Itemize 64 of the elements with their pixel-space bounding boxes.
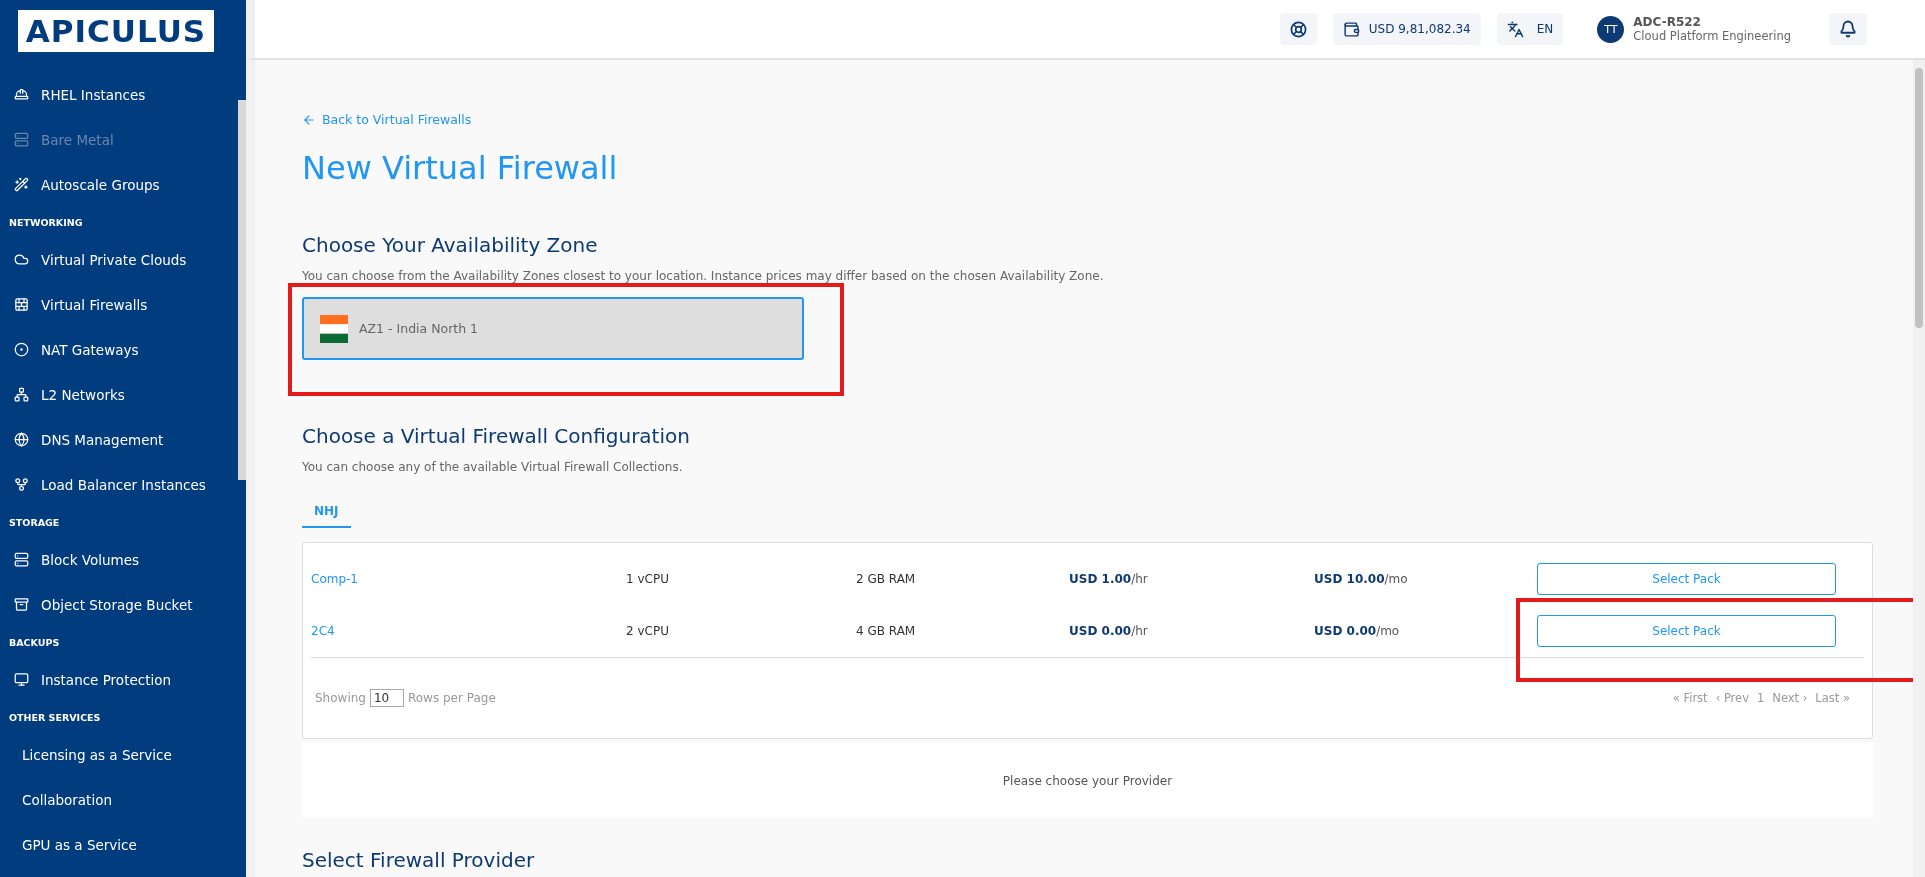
- server-icon: [14, 132, 29, 147]
- lifebuoy-icon: [1289, 20, 1307, 38]
- circle-dot-icon: [14, 342, 29, 357]
- wallet-icon: [1342, 20, 1360, 38]
- section-description: You can choose any of the available Virtual Firewall Collections.: [302, 460, 684, 474]
- monitor-icon: [14, 672, 29, 687]
- translate-icon: [1506, 20, 1524, 38]
- balance-button[interactable]: USD 9,81,082.34: [1332, 13, 1481, 45]
- bell-icon: [1839, 20, 1857, 38]
- brick-wall-icon: [14, 297, 29, 312]
- language-button[interactable]: EN: [1496, 13, 1564, 45]
- sidebar-item[interactable]: NAT Gateways: [41, 341, 139, 358]
- sidebar-item[interactable]: RHEL Instances: [41, 86, 146, 103]
- sidebar-item[interactable]: DNS Management: [41, 431, 164, 448]
- india-flag-icon: [320, 314, 348, 343]
- hourly-price: USD 1.00/hr: [1069, 572, 1149, 586]
- sidebar-item[interactable]: Instance Protection: [41, 671, 171, 688]
- table-cell-text: 4 GB RAM: [856, 624, 917, 638]
- globe-icon: [14, 432, 29, 447]
- user-name: ADC-R522: [1633, 15, 1702, 29]
- rows-per-page-label: Rows per Page: [407, 691, 496, 705]
- monthly-price: USD 10.00/mo: [1314, 572, 1409, 586]
- sidebar-item[interactable]: Autoscale Groups: [41, 176, 160, 193]
- user-org: Cloud Platform Engineering: [1633, 29, 1791, 43]
- provider-notice: Please choose your Provider: [302, 743, 1873, 818]
- sidebar-item[interactable]: Object Storage Bucket: [41, 596, 193, 613]
- section-label: NETWORKING: [8, 215, 84, 230]
- section-label: BACKUPS: [8, 635, 61, 650]
- section-heading: Choose Your Availability Zone: [302, 233, 599, 257]
- help-button[interactable]: [1279, 13, 1317, 45]
- sidebar-item[interactable]: Load Balancer Instances: [41, 476, 206, 493]
- sidebar-item[interactable]: GPU as a Service: [22, 836, 137, 853]
- notifications-button[interactable]: [1829, 13, 1867, 45]
- table-cell-text: 2 GB RAM: [856, 572, 917, 586]
- scrollbar[interactable]: [238, 100, 246, 480]
- sidebar-item[interactable]: Virtual Private Clouds: [41, 251, 187, 268]
- logo[interactable]: APICULUS: [18, 10, 214, 52]
- zone-option[interactable]: AZ1 - India North 1: [302, 297, 804, 360]
- rows-per-page-field[interactable]: 10: [369, 689, 404, 707]
- table-cell-text: 2 vCPU: [626, 624, 670, 638]
- sidebar-item[interactable]: Licensing as a Service: [22, 746, 172, 763]
- scrollbar[interactable]: [1913, 60, 1925, 877]
- server-icon: [14, 552, 29, 567]
- hat-icon: [14, 87, 29, 102]
- magic-wand-icon: [14, 177, 29, 192]
- section-heading: Select Firewall Provider: [302, 848, 536, 872]
- section-description: You can choose from the Availability Zones closest to your location. Instance prices may differ based on the chosen Availability Zone.: [302, 269, 1105, 283]
- section-heading: Choose a Virtual Firewall Configuration: [302, 424, 691, 448]
- table-cell-text: 1 vCPU: [626, 572, 670, 586]
- page-title: New Virtual Firewall: [302, 149, 619, 187]
- avatar[interactable]: TT: [1597, 15, 1625, 43]
- section-label: OTHER SERVICES: [8, 710, 102, 725]
- sidebar-item[interactable]: Collaboration: [22, 791, 112, 808]
- archive-icon: [14, 597, 29, 612]
- monthly-price: USD 0.00/mo: [1314, 624, 1401, 638]
- network-icon: [14, 387, 29, 402]
- cloud-icon: [14, 252, 29, 267]
- showing-label: Showing: [315, 691, 366, 705]
- sidebar-item[interactable]: L2 Networks: [41, 386, 125, 403]
- section-label: STORAGE: [8, 515, 61, 530]
- sidebar-item[interactable]: Virtual Firewalls: [41, 296, 148, 313]
- sidebar-item[interactable]: Block Volumes: [41, 551, 140, 568]
- hierarchy-icon: [14, 477, 29, 492]
- hourly-price: USD 0.00/hr: [1069, 624, 1149, 638]
